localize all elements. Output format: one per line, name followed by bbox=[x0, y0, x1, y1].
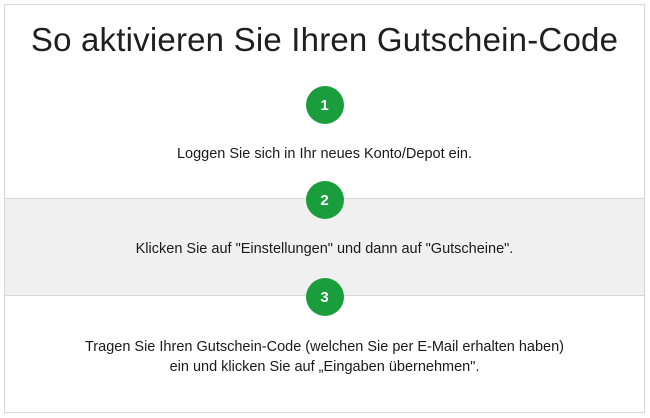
page-title: So aktivieren Sie Ihren Gutschein-Code bbox=[30, 21, 619, 58]
step-3-text-line-2: ein und klicken Sie auf „Eingaben überne… bbox=[169, 359, 480, 375]
step-2-badge: 2 bbox=[305, 181, 344, 219]
step-3-badge: 3 bbox=[305, 278, 344, 316]
instructions-card: So aktivieren Sie Ihren Gutschein-Code 1… bbox=[4, 4, 645, 413]
step-1-badge: 1 bbox=[305, 86, 344, 124]
step-3-text: Tragen Sie Ihren Gutschein-Code (welchen… bbox=[5, 337, 644, 377]
step-1-text: Loggen Sie sich in Ihr neues Konto/Depot… bbox=[176, 146, 473, 162]
step-2-text: Klicken Sie auf "Einstellungen" und dann… bbox=[135, 241, 514, 257]
step-3-text-line-1: Tragen Sie Ihren Gutschein-Code (welchen… bbox=[84, 339, 565, 355]
